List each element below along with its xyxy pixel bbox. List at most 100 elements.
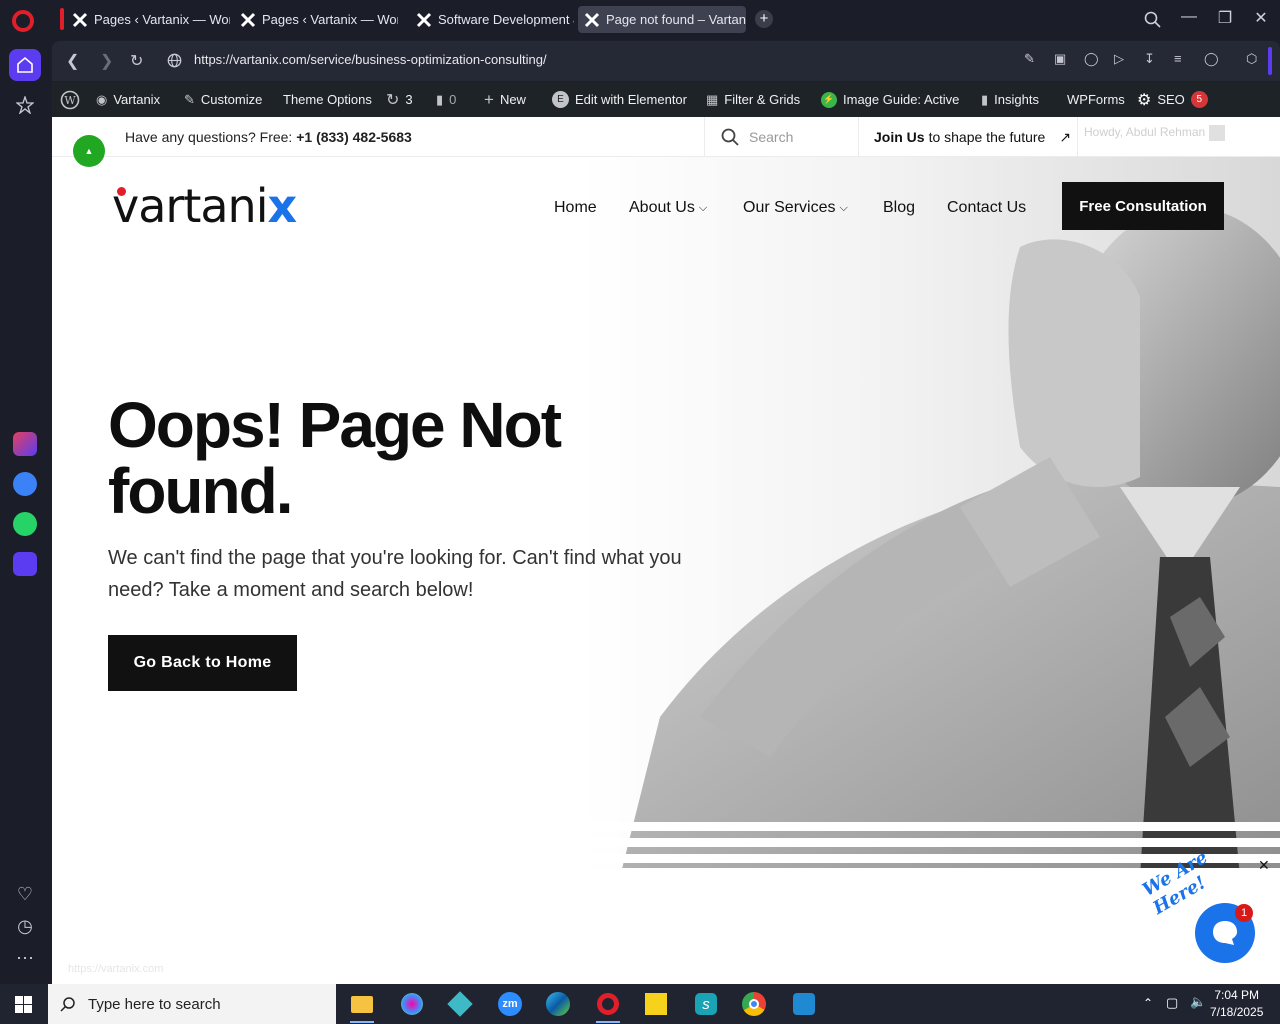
tab-software-dev[interactable]: Software Development & [410, 6, 574, 33]
image-guide-icon: ⚡ [821, 91, 837, 108]
minimize-icon[interactable]: — [1177, 8, 1201, 26]
tab-title: Page not found – Vartanix [606, 12, 746, 27]
zoom-app-icon[interactable]: zm [490, 988, 530, 1020]
wpforms-label: WPForms [1067, 92, 1125, 107]
search-icon [721, 128, 739, 146]
vartanix-x-icon [416, 12, 432, 27]
tab-pages-2[interactable]: Pages ‹ Vartanix — WordP [234, 6, 398, 33]
wp-comments[interactable]: ▮ 0 [436, 82, 456, 117]
logo-text: vartani [112, 179, 268, 233]
svg-text:W: W [64, 94, 76, 107]
forward-icon[interactable]: ❯ [100, 51, 113, 71]
opera-browser-icon[interactable] [588, 988, 628, 1023]
tab-search-icon[interactable] [1144, 11, 1161, 28]
more-dots-icon[interactable]: ⋯ [9, 942, 41, 974]
downloads-icon[interactable]: ↧ [1144, 51, 1155, 67]
chat-bubble-icon [1213, 921, 1237, 945]
browser-sidebar: ♡ ◷ ⋯ [0, 40, 50, 984]
music-player-icon[interactable] [9, 548, 41, 580]
wordpress-logo-icon[interactable]: W [60, 82, 80, 117]
sticky-notes-icon[interactable] [636, 988, 676, 1020]
paint-app-icon[interactable] [392, 988, 432, 1020]
camera-icon[interactable]: ▣ [1054, 51, 1066, 67]
nav-home-label: Home [554, 199, 597, 216]
favorites-heart-icon[interactable]: ♡ [9, 878, 41, 910]
wp-seo[interactable]: ⚙ SEO 5 [1137, 82, 1208, 117]
join-bold-label: Join Us [874, 129, 925, 145]
free-consultation-button[interactable]: Free Consultation [1062, 182, 1224, 230]
wp-customize[interactable]: ✎ Customize [184, 82, 262, 117]
elementor-icon: E [552, 91, 569, 108]
adblock-shield-icon[interactable]: ◯ [1084, 51, 1099, 67]
whatsapp-icon[interactable] [9, 508, 41, 540]
wp-filter-grids[interactable]: ▦ Filter & Grids [706, 82, 800, 117]
nav-home[interactable]: Home [554, 199, 597, 217]
insights-label: Insights [994, 92, 1039, 107]
taskbar-clock[interactable]: 7:04 PM 7/18/2025 [1210, 987, 1263, 1021]
logo-x-letter: x [267, 179, 297, 233]
diamond-app-icon[interactable] [440, 988, 480, 1020]
wp-insights[interactable]: ▮ Insights [981, 82, 1039, 117]
reload-icon[interactable]: ↻ [130, 51, 143, 71]
arrow-up-right-icon: ↗ [1059, 128, 1072, 145]
tray-chevron-up-icon[interactable]: ⌃ [1143, 996, 1153, 1010]
easy-setup-icon[interactable]: ≡ [1174, 51, 1182, 66]
nav-contact-label: Contact Us [947, 199, 1027, 216]
phone-number[interactable]: +1 (833) 482-5683 [296, 129, 412, 145]
wp-updates[interactable]: ↻ 3 [386, 82, 413, 117]
nav-contact-us[interactable]: Contact Us [947, 199, 1026, 217]
wp-edit-elementor[interactable]: E Edit with Elementor [552, 82, 687, 117]
join-us-link[interactable]: Join Us to shape the future ↗ [858, 117, 1078, 157]
tab-page-not-found[interactable]: Page not found – Vartanix [578, 6, 746, 33]
wp-new[interactable]: + New [484, 82, 526, 117]
messenger-icon[interactable] [9, 468, 41, 500]
wp-theme-options[interactable]: Theme Options [283, 82, 372, 117]
filter-label: Filter & Grids [724, 92, 801, 107]
opera-logo-icon[interactable] [12, 10, 34, 32]
chevron-down-icon: ⌵ [839, 201, 848, 214]
howdy-user[interactable]: Howdy, Abdul Rehman [1084, 125, 1225, 141]
volume-icon[interactable]: 🔈 [1190, 994, 1206, 1010]
close-window-icon[interactable]: ✕ [1249, 8, 1273, 28]
site-info-globe-icon[interactable] [167, 53, 182, 68]
sequence-app-icon[interactable]: s [686, 988, 726, 1020]
wp-image-guide[interactable]: ⚡ Image Guide: Active [821, 82, 959, 117]
nav-about-us[interactable]: About Us ⌵ [629, 199, 707, 217]
logo-red-dot [117, 187, 126, 196]
comments-count: 0 [449, 92, 457, 107]
url-field[interactable]: https://vartanix.com/service/business-op… [194, 52, 547, 67]
network-icon[interactable]: ▢ [1166, 995, 1178, 1011]
aria-icon[interactable] [9, 428, 41, 460]
search-input[interactable]: Search [704, 117, 858, 157]
wp-site-name[interactable]: ◉ Vartanix [96, 82, 160, 117]
seo-gear-icon: ⚙ [1137, 91, 1152, 109]
taskbar-search-input[interactable]: Type here to search [48, 984, 336, 1024]
nav-our-services[interactable]: Our Services ⌵ [743, 199, 848, 217]
file-explorer-icon[interactable] [342, 988, 382, 1023]
search-placeholder: Search [749, 129, 794, 145]
windows-start-icon[interactable] [15, 996, 32, 1013]
snapshot-edit-icon[interactable]: ✎ [1024, 51, 1035, 67]
vscode-icon[interactable] [784, 988, 824, 1020]
wp-wpforms[interactable]: WPForms [1067, 82, 1125, 117]
maximize-icon[interactable]: ❐ [1213, 8, 1237, 28]
edge-browser-icon[interactable] [538, 988, 578, 1020]
home-icon[interactable] [9, 49, 41, 81]
history-clock-icon[interactable]: ◷ [9, 910, 41, 942]
vartanix-logo[interactable]: vartanix [112, 179, 297, 233]
nav-blog[interactable]: Blog [883, 199, 915, 217]
clock-time: 7:04 PM [1214, 988, 1260, 1002]
profile-icon[interactable]: ◯ [1204, 51, 1219, 67]
widget-green-icon[interactable]: ▲ [73, 135, 105, 167]
go-back-home-button[interactable]: Go Back to Home [108, 635, 297, 691]
join-rest-label: to shape the future [928, 129, 1046, 145]
chrome-browser-icon[interactable] [734, 988, 774, 1020]
back-icon[interactable]: ❮ [66, 51, 79, 71]
customize-label: Customize [200, 92, 263, 107]
speed-dial-icon[interactable] [9, 89, 41, 121]
extensions-cube-icon[interactable]: ⬡ [1246, 51, 1257, 67]
dashboard-icon: ◉ [96, 91, 108, 107]
new-tab-button[interactable]: + [755, 10, 773, 28]
tab-pages-1[interactable]: Pages ‹ Vartanix — WordP [66, 6, 230, 33]
flow-send-icon[interactable]: ▷ [1114, 51, 1124, 67]
